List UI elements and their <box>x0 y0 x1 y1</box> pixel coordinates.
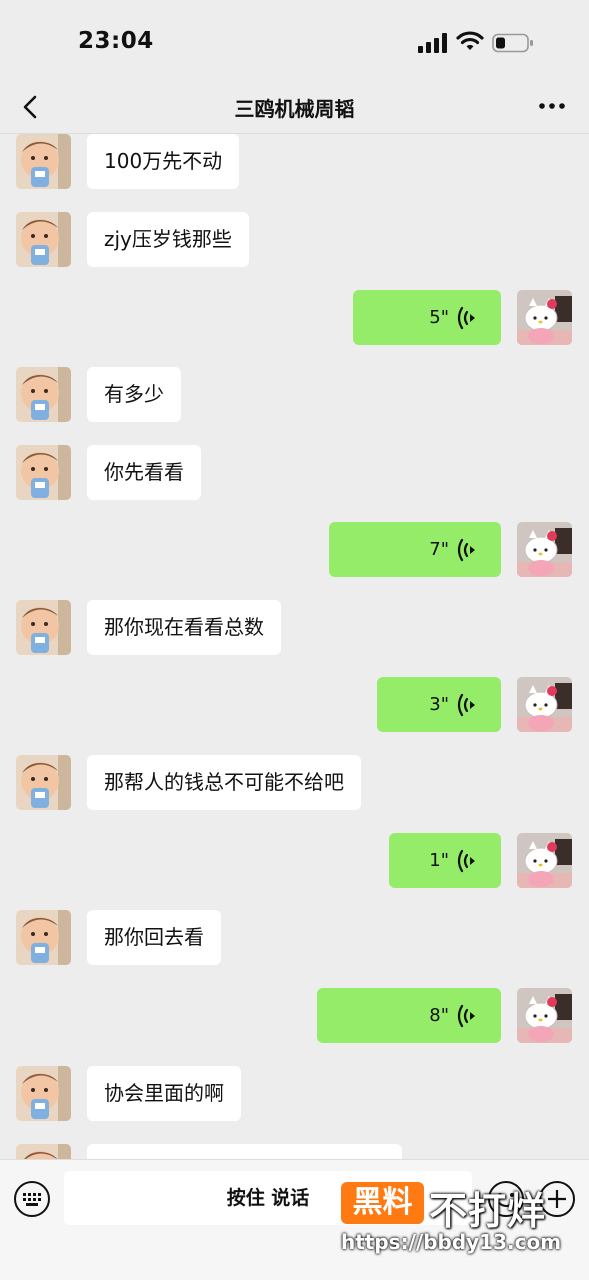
text-message-bubble[interactable] <box>87 1144 402 1159</box>
text-message-bubble[interactable]: 100万先不动 <box>87 134 240 189</box>
voice-duration: 1" <box>429 850 449 871</box>
contact-avatar[interactable] <box>16 910 71 965</box>
contact-avatar[interactable] <box>16 445 71 500</box>
self-avatar[interactable] <box>517 833 572 888</box>
contact-avatar[interactable] <box>16 600 71 655</box>
message-row: 那你回去看 <box>0 910 589 968</box>
text-message-bubble[interactable]: 那你现在看看总数 <box>87 600 281 655</box>
message-row: zjy压岁钱那些 <box>0 212 589 270</box>
contact-avatar[interactable] <box>16 1144 71 1159</box>
message-row: 1" <box>0 833 589 891</box>
contact-avatar[interactable] <box>16 367 71 422</box>
voice-wave-icon <box>457 693 475 717</box>
voice-message-bubble[interactable]: 5" <box>353 290 501 345</box>
message-row <box>0 1144 589 1159</box>
message-row: 100万先不动 <box>0 134 589 192</box>
text-message-bubble[interactable]: 有多少 <box>87 367 181 422</box>
watermark: 黑料 不打烊 https://bbdy13.com <box>341 1180 581 1270</box>
wifi-icon <box>456 31 484 50</box>
voice-wave-icon <box>457 1004 475 1028</box>
message-row: 3" <box>0 677 589 735</box>
self-avatar[interactable] <box>517 988 572 1043</box>
contact-avatar[interactable] <box>16 134 71 189</box>
text-message-bubble[interactable]: 协会里面的啊 <box>87 1066 241 1121</box>
message-row: 那你现在看看总数 <box>0 600 589 658</box>
message-row: 那帮人的钱总不可能不给吧 <box>0 755 589 813</box>
more-dots-icon[interactable] <box>537 94 567 118</box>
voice-duration: 3" <box>429 694 449 715</box>
battery-icon <box>492 33 533 53</box>
message-row: 协会里面的啊 <box>0 1066 589 1124</box>
chat-header: 三鸥机械周韬 <box>0 80 589 134</box>
voice-message-bubble[interactable]: 8" <box>317 988 501 1043</box>
message-row: 8" <box>0 988 589 1046</box>
message-list[interactable]: 100万先不动 zjy压岁钱那些 5" 有多少你先看看 7" 那你现在看看总数 3" 那帮人的… <box>0 134 589 1159</box>
self-avatar[interactable] <box>517 290 572 345</box>
self-avatar[interactable] <box>517 522 572 577</box>
contact-avatar[interactable] <box>16 755 71 810</box>
contact-avatar[interactable] <box>16 212 71 267</box>
status-time: 23:04 <box>78 28 154 54</box>
watermark-text: 不打烊 <box>429 1189 547 1233</box>
text-message-bubble[interactable]: 那你回去看 <box>87 910 221 965</box>
voice-wave-icon <box>457 849 475 873</box>
message-row: 5" <box>0 290 589 348</box>
message-row: 你先看看 <box>0 445 589 503</box>
self-avatar[interactable] <box>517 677 572 732</box>
message-row: 7" <box>0 522 589 580</box>
chat-title: 三鸥机械周韬 <box>234 97 355 121</box>
voice-message-bubble[interactable]: 7" <box>329 522 501 577</box>
voice-duration: 7" <box>429 539 449 560</box>
text-message-bubble[interactable]: 你先看看 <box>87 445 201 500</box>
keyboard-icon[interactable] <box>13 1180 51 1218</box>
voice-message-bubble[interactable]: 3" <box>377 677 501 732</box>
message-row: 有多少 <box>0 367 589 425</box>
watermark-badge: 黑料 <box>341 1182 424 1224</box>
voice-duration: 5" <box>429 307 449 328</box>
voice-wave-icon <box>457 538 475 562</box>
status-bar: 23:04 <box>0 0 589 80</box>
text-message-bubble[interactable]: 那帮人的钱总不可能不给吧 <box>87 755 361 810</box>
voice-message-bubble[interactable]: 1" <box>389 833 501 888</box>
voice-duration: 8" <box>429 1005 449 1026</box>
text-message-bubble[interactable]: zjy压岁钱那些 <box>87 212 249 267</box>
signal-icon <box>418 33 447 53</box>
contact-avatar[interactable] <box>16 1066 71 1121</box>
voice-wave-icon <box>457 306 475 330</box>
watermark-url: https://bbdy13.com <box>341 1230 562 1254</box>
